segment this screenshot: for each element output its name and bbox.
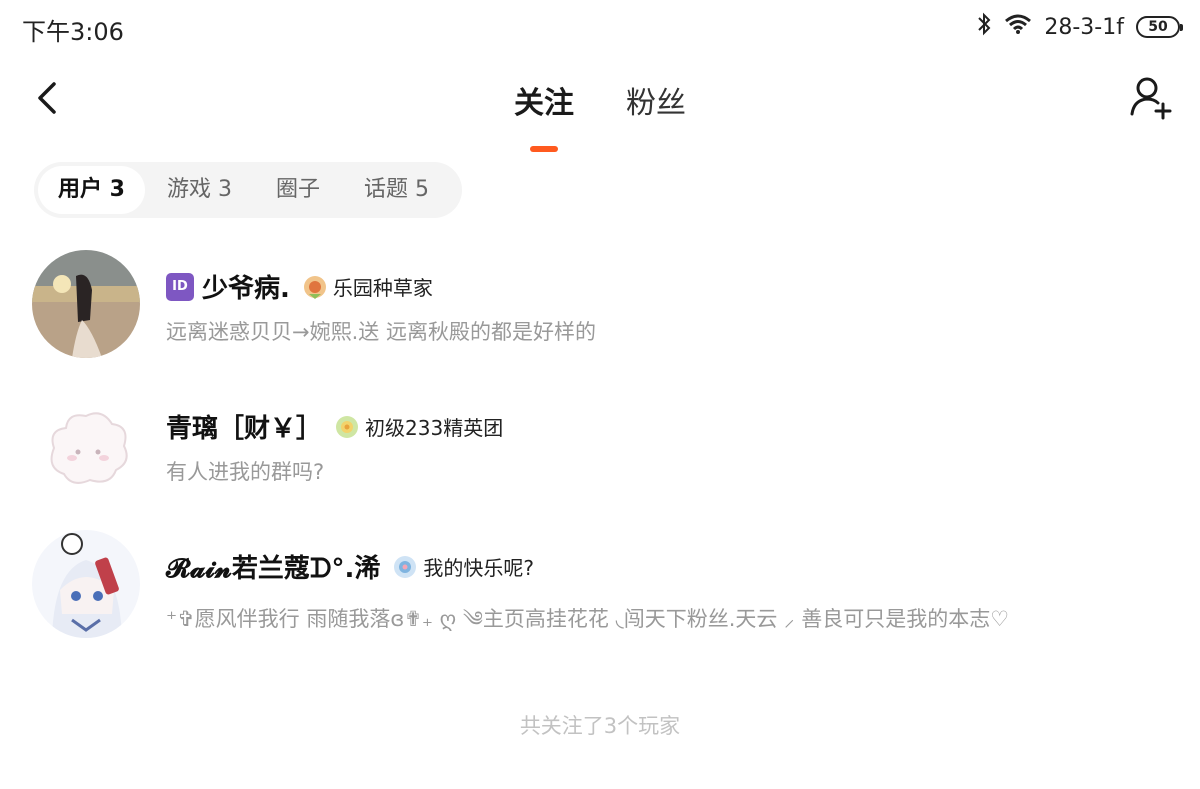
status-bar: 下午3:06 28-3-1f 50 <box>0 0 1200 52</box>
avatar[interactable] <box>32 530 140 638</box>
following-count-note: 共关注了3个玩家 <box>519 714 681 738</box>
avatar[interactable] <box>32 250 140 358</box>
user-signature: 有人进我的群吗? <box>166 460 325 484</box>
user-signature: 远离迷惑贝贝→婉熙.送 远离秋殿的都是好样的 <box>166 320 596 344</box>
user-name: 𝓡𝓪𝓲𝓷若兰蔻ᗪ°.浠 <box>166 554 381 584</box>
title-badge: 乐园种草家 <box>302 272 433 301</box>
user-name-line: 青璃［财￥］ 初级233精英团 <box>166 408 503 445</box>
tab-followers-label: 粉丝 <box>626 86 686 121</box>
badge-medal-icon <box>394 555 417 578</box>
user-signature: ⁺✞愿风伴我行 雨随我落ɞ✟₊ ღ ༄主页高挂花花 ◟闯天下粉丝.天云 ⸝ 善良… <box>166 607 1010 631</box>
list-item[interactable]: ID 少爷病. 乐园种草家 远离迷惑贝贝→婉熙.送 远离秋殿的都是好样的 <box>0 238 1200 378</box>
title-badge-label: 乐园种草家 <box>332 276 433 300</box>
badge-medal-icon <box>336 415 359 438</box>
badge-medal-icon <box>303 275 326 299</box>
add-user-icon <box>1130 77 1172 120</box>
following-list: ID 少爷病. 乐园种草家 远离迷惑贝贝→婉熙.送 远离秋殿的都是好样的 青璃［… <box>0 238 1200 658</box>
segment-circles[interactable]: 圈子 <box>254 166 342 214</box>
user-name-line: ID 少爷病. 乐园种草家 <box>166 268 433 305</box>
title-badge: 我的快乐呢? <box>392 552 534 581</box>
segment-users[interactable]: 用户 3 <box>38 166 145 214</box>
user-name: 青璃［财￥］ <box>166 414 323 444</box>
segment-games[interactable]: 游戏 3 <box>145 166 254 214</box>
id-badge: ID <box>166 272 194 301</box>
wifi-icon <box>1004 13 1032 41</box>
user-name: 少爷病. <box>202 274 290 304</box>
user-name-line: 𝓡𝓪𝓲𝓷若兰蔻ᗪ°.浠 我的快乐呢? <box>166 548 534 585</box>
tab-active-indicator <box>530 146 558 152</box>
battery-icon: 50 <box>1136 16 1183 38</box>
top-nav: 关注 粉丝 <box>0 62 1200 152</box>
follow-tabs: 关注 粉丝 <box>0 78 1200 152</box>
tab-following-label: 关注 <box>514 86 574 121</box>
status-indicators: 28-3-1f 50 <box>976 12 1183 42</box>
network-text: 28-3-1f <box>1044 14 1124 40</box>
list-item[interactable]: 青璃［财￥］ 初级233精英团 有人进我的群吗? <box>0 378 1200 518</box>
segment-topics[interactable]: 话题 5 <box>342 166 451 214</box>
add-user-button[interactable] <box>1128 74 1174 120</box>
battery-level: 50 <box>1148 19 1168 35</box>
category-segment: 用户 3 游戏 3 圈子 话题 5 <box>34 162 462 218</box>
title-badge-label: 初级233精英团 <box>365 416 504 440</box>
bluetooth-icon <box>976 12 992 42</box>
avatar[interactable] <box>32 390 140 498</box>
title-badge: 初级233精英团 <box>334 412 503 441</box>
status-time: 下午3:06 <box>22 18 124 46</box>
list-item[interactable]: 𝓡𝓪𝓲𝓷若兰蔻ᗪ°.浠 我的快乐呢? ⁺✞愿风伴我行 雨随我落ɞ✟₊ ღ ༄主页… <box>0 518 1200 658</box>
tab-following[interactable]: 关注 <box>512 78 576 152</box>
title-badge-label: 我的快乐呢? <box>423 556 534 580</box>
tab-followers[interactable]: 粉丝 <box>624 78 688 122</box>
